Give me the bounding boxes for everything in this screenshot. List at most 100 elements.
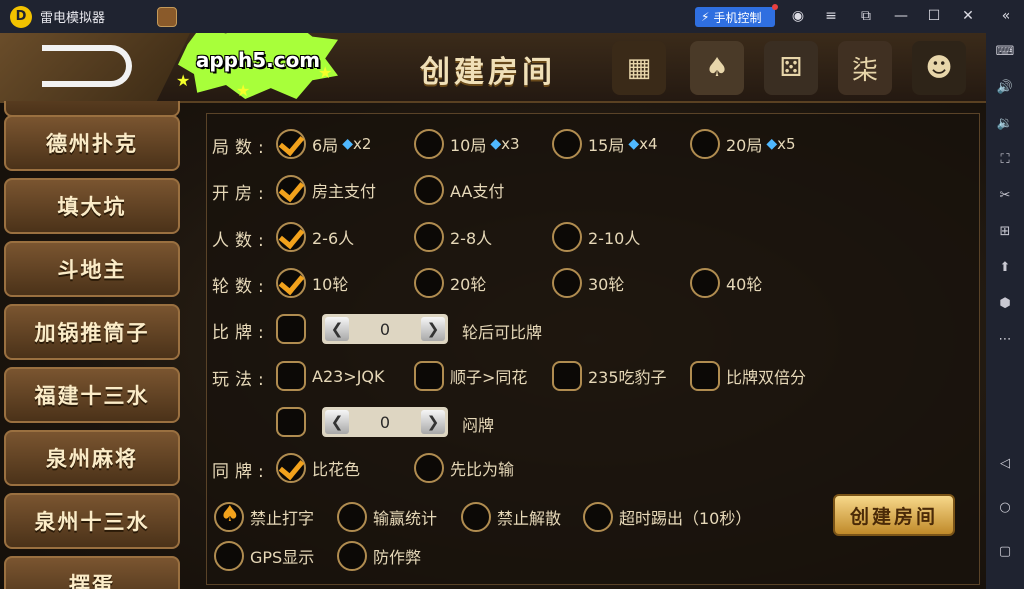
checkbox[interactable] — [461, 502, 491, 532]
keyboard-icon[interactable]: ⌨ — [995, 41, 1015, 61]
game-list-item[interactable]: 泉州十三水 — [4, 493, 180, 549]
emulator-side-toolbar: ⌨ 🔊 🔉 ⛶ ✂ ⊞ ⬆ ⬢ ⋯ ◁ ○ ▢ — [986, 33, 1024, 589]
misc-option[interactable]: 禁止解散 — [461, 502, 561, 532]
game-list-item[interactable]: 斗地主 — [4, 241, 180, 297]
checkbox[interactable] — [276, 453, 306, 483]
rounds-option[interactable]: 10局 ◆ x3 — [414, 129, 520, 159]
checkbox[interactable] — [276, 314, 306, 344]
mobile-control-button[interactable]: ⚡ 手机控制 — [695, 4, 778, 27]
game-list-item[interactable]: 福建十三水 — [4, 367, 180, 423]
back-nav-icon[interactable]: ◁ — [995, 453, 1015, 473]
same-cards-option[interactable]: 先比为输 — [414, 453, 514, 483]
rule-option[interactable]: 顺子>同花 — [414, 361, 527, 391]
lightning-icon: ⚡ — [701, 10, 710, 24]
poker-card-icon[interactable]: ♠ — [690, 41, 744, 95]
decrease-button[interactable]: ❮ — [325, 317, 349, 341]
checkbox[interactable] — [583, 502, 613, 532]
rule-option[interactable]: 235吃豹子 — [552, 361, 667, 391]
players-option[interactable]: 2-10人 — [552, 222, 640, 252]
same-cards-option[interactable]: 比花色 — [276, 453, 360, 483]
checkbox[interactable] — [414, 129, 444, 159]
block-game-icon[interactable]: ▦ — [612, 41, 666, 95]
blind-option[interactable] — [276, 407, 306, 437]
close-icon[interactable]: ✕ — [958, 6, 978, 26]
checkbox[interactable] — [414, 361, 444, 391]
turns-option[interactable]: 30轮 — [552, 268, 624, 298]
lion-head-icon[interactable]: ☻ — [912, 41, 966, 95]
players-option[interactable]: 2-8人 — [414, 222, 492, 252]
game-list-item[interactable]: 德州扑克 — [4, 115, 180, 171]
apk-install-icon[interactable]: ⬆ — [995, 257, 1015, 277]
rule-option[interactable]: A23>JQK — [276, 361, 385, 391]
scissors-icon[interactable]: ✂ — [995, 185, 1015, 205]
checkbox[interactable] — [552, 361, 582, 391]
rule-option[interactable]: 比牌双倍分 — [690, 361, 806, 391]
option-label: 比花色 — [312, 460, 361, 479]
turns-option[interactable]: 10轮 — [276, 268, 348, 298]
compare-option[interactable] — [276, 314, 306, 344]
misc-option[interactable]: GPS显示 — [214, 541, 314, 571]
checkbox[interactable] — [690, 268, 720, 298]
rounds-option[interactable]: 6局 ◆ x2 — [276, 129, 371, 159]
game-list-item[interactable]: 泉州麻将 — [4, 430, 180, 486]
diamond-multiplier: x5 — [777, 135, 796, 153]
minimize-icon[interactable]: — — [891, 6, 911, 26]
misc-option[interactable]: 防作弊 — [337, 541, 421, 571]
volume-down-icon[interactable]: 🔉 — [995, 113, 1015, 133]
misc-option[interactable]: 超时踢出（10秒） — [583, 502, 751, 532]
misc-option[interactable]: 输赢统计 — [337, 502, 437, 532]
checkbox[interactable] — [276, 268, 306, 298]
account-icon[interactable]: ◉ — [788, 6, 808, 26]
payment-option[interactable]: 房主支付 — [276, 175, 376, 205]
checkbox[interactable] — [690, 129, 720, 159]
checkbox[interactable] — [337, 541, 367, 571]
checkbox[interactable] — [552, 129, 582, 159]
checkbox[interactable] — [214, 541, 244, 571]
dice-icon[interactable]: ⚄ — [764, 41, 818, 95]
home-nav-icon[interactable]: ○ — [995, 497, 1015, 517]
checkbox[interactable] — [337, 502, 367, 532]
checkbox[interactable] — [552, 268, 582, 298]
checkbox[interactable] — [414, 222, 444, 252]
game-list-item[interactable]: 摆蛋 — [4, 556, 180, 589]
back-button[interactable] — [0, 33, 190, 103]
more-icon[interactable]: ⋯ — [995, 329, 1015, 349]
restore-window-icon[interactable]: ⧉ — [856, 6, 876, 26]
spade-checkbox[interactable] — [214, 502, 244, 532]
rounds-option[interactable]: 20局 ◆ x5 — [690, 129, 796, 159]
checkbox[interactable] — [276, 361, 306, 391]
mobile-control-label: 手机控制 — [713, 10, 762, 25]
turns-option[interactable]: 40轮 — [690, 268, 762, 298]
rounds-option[interactable]: 15局 ◆ x4 — [552, 129, 658, 159]
checkbox[interactable] — [414, 453, 444, 483]
option-label: 比牌双倍分 — [726, 368, 807, 387]
game-list-item[interactable]: 加锅推筒子 — [4, 304, 180, 360]
recents-nav-icon[interactable]: ▢ — [995, 541, 1015, 561]
checkbox[interactable] — [276, 175, 306, 205]
checkbox[interactable] — [690, 361, 720, 391]
checkbox[interactable] — [414, 175, 444, 205]
turns-option[interactable]: 20轮 — [414, 268, 486, 298]
create-room-button[interactable]: 创建房间 — [833, 494, 955, 536]
menu-icon[interactable]: ≡ — [821, 6, 841, 26]
increase-button[interactable]: ❯ — [421, 410, 445, 434]
checkbox[interactable] — [414, 268, 444, 298]
add-window-icon[interactable]: ⊞ — [995, 221, 1015, 241]
volume-up-icon[interactable]: 🔊 — [995, 77, 1015, 97]
maximize-icon[interactable]: ☐ — [924, 6, 944, 26]
players-option[interactable]: 2-6人 — [276, 222, 354, 252]
game-tab-icon[interactable] — [157, 6, 178, 27]
settings-hex-icon[interactable]: ⬢ — [995, 293, 1015, 313]
fullscreen-icon[interactable]: ⛶ — [995, 149, 1015, 169]
decrease-button[interactable]: ❮ — [325, 410, 349, 434]
mahjong-tile-icon[interactable]: 柒 — [838, 41, 892, 95]
checkbox[interactable] — [276, 129, 306, 159]
checkbox[interactable] — [276, 222, 306, 252]
collapse-sidebar-icon[interactable]: « — [996, 6, 1016, 26]
checkbox[interactable] — [276, 407, 306, 437]
checkbox[interactable] — [552, 222, 582, 252]
game-list-item[interactable]: 填大坑 — [4, 178, 180, 234]
increase-button[interactable]: ❯ — [421, 317, 445, 341]
misc-option[interactable]: 禁止打字 — [214, 502, 314, 532]
payment-option[interactable]: AA支付 — [414, 175, 504, 205]
